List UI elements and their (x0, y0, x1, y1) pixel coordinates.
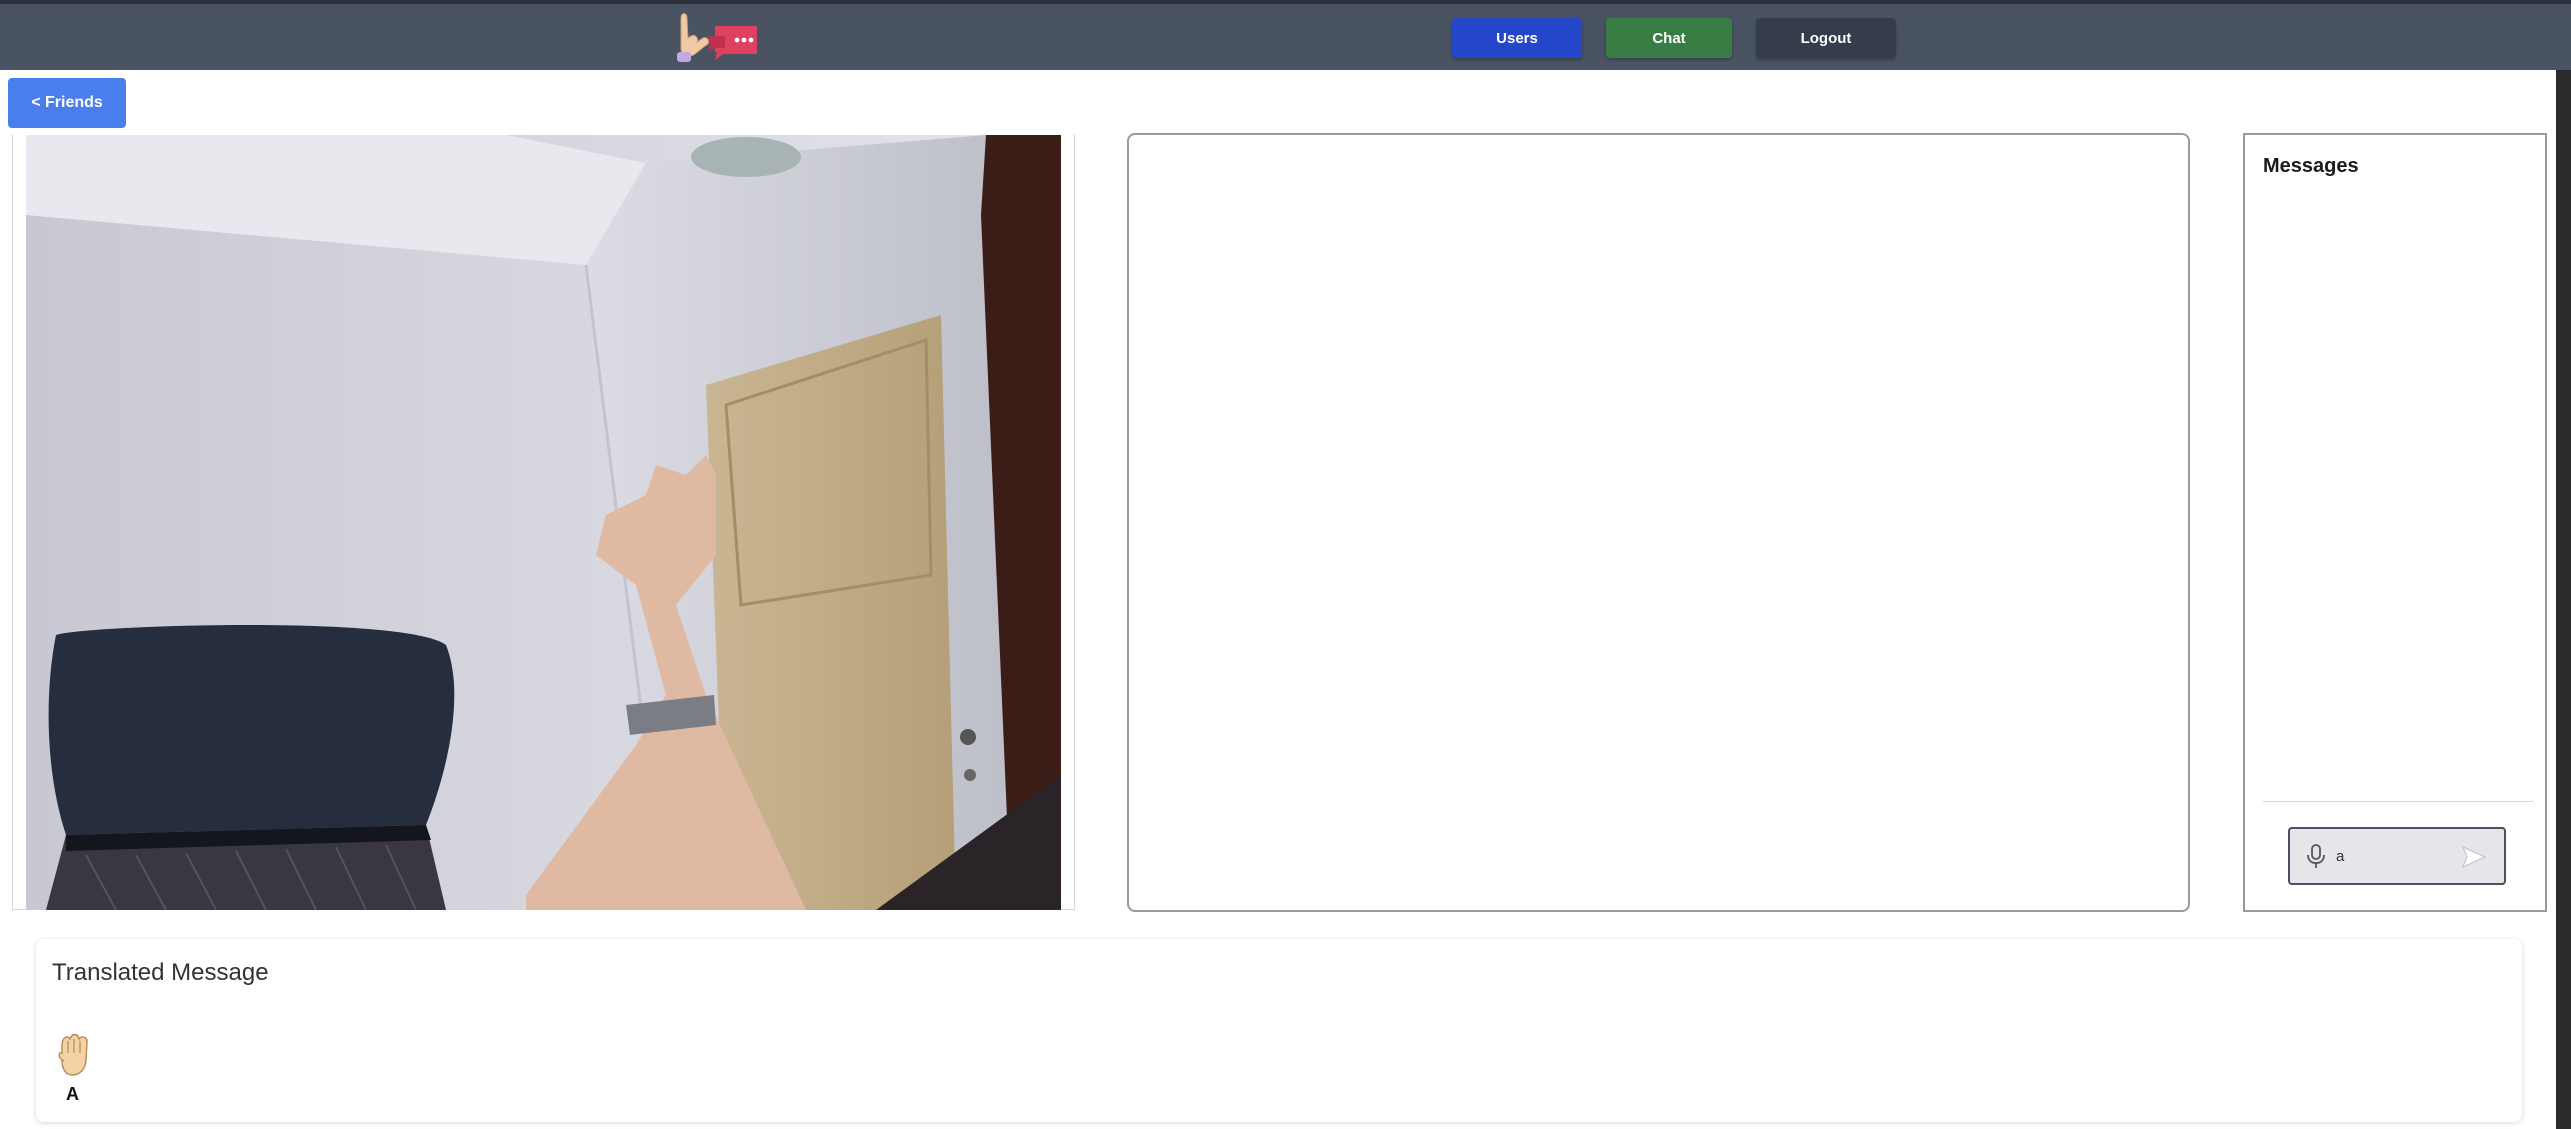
friends-back-button[interactable]: < Friends (8, 78, 126, 128)
local-video-feed (26, 135, 1061, 910)
chat-button[interactable]: Chat (1606, 18, 1732, 58)
message-compose-box (2288, 827, 2506, 885)
messages-panel: Messages (2243, 133, 2547, 912)
logout-button[interactable]: Logout (1756, 18, 1896, 58)
page-scrollbar[interactable] (2556, 70, 2571, 1129)
messages-divider (2263, 801, 2533, 802)
send-icon[interactable] (2460, 843, 2488, 871)
remote-video-feed (1127, 133, 2190, 912)
microphone-icon[interactable] (2304, 843, 2328, 871)
translated-message-title: Translated Message (52, 959, 269, 986)
asl-fist-a-icon (58, 1033, 88, 1076)
top-navbar: Users Chat Logout (0, 0, 2571, 70)
message-input[interactable] (2336, 843, 2456, 869)
translated-message-card: Translated Message A (36, 939, 2522, 1122)
users-button[interactable]: Users (1452, 18, 1582, 58)
webcam-frame-image (26, 135, 1061, 910)
sign-language-chat-logo-icon[interactable] (675, 8, 763, 64)
messages-title: Messages (2263, 155, 2359, 177)
sign-letter: A (66, 1084, 79, 1104)
